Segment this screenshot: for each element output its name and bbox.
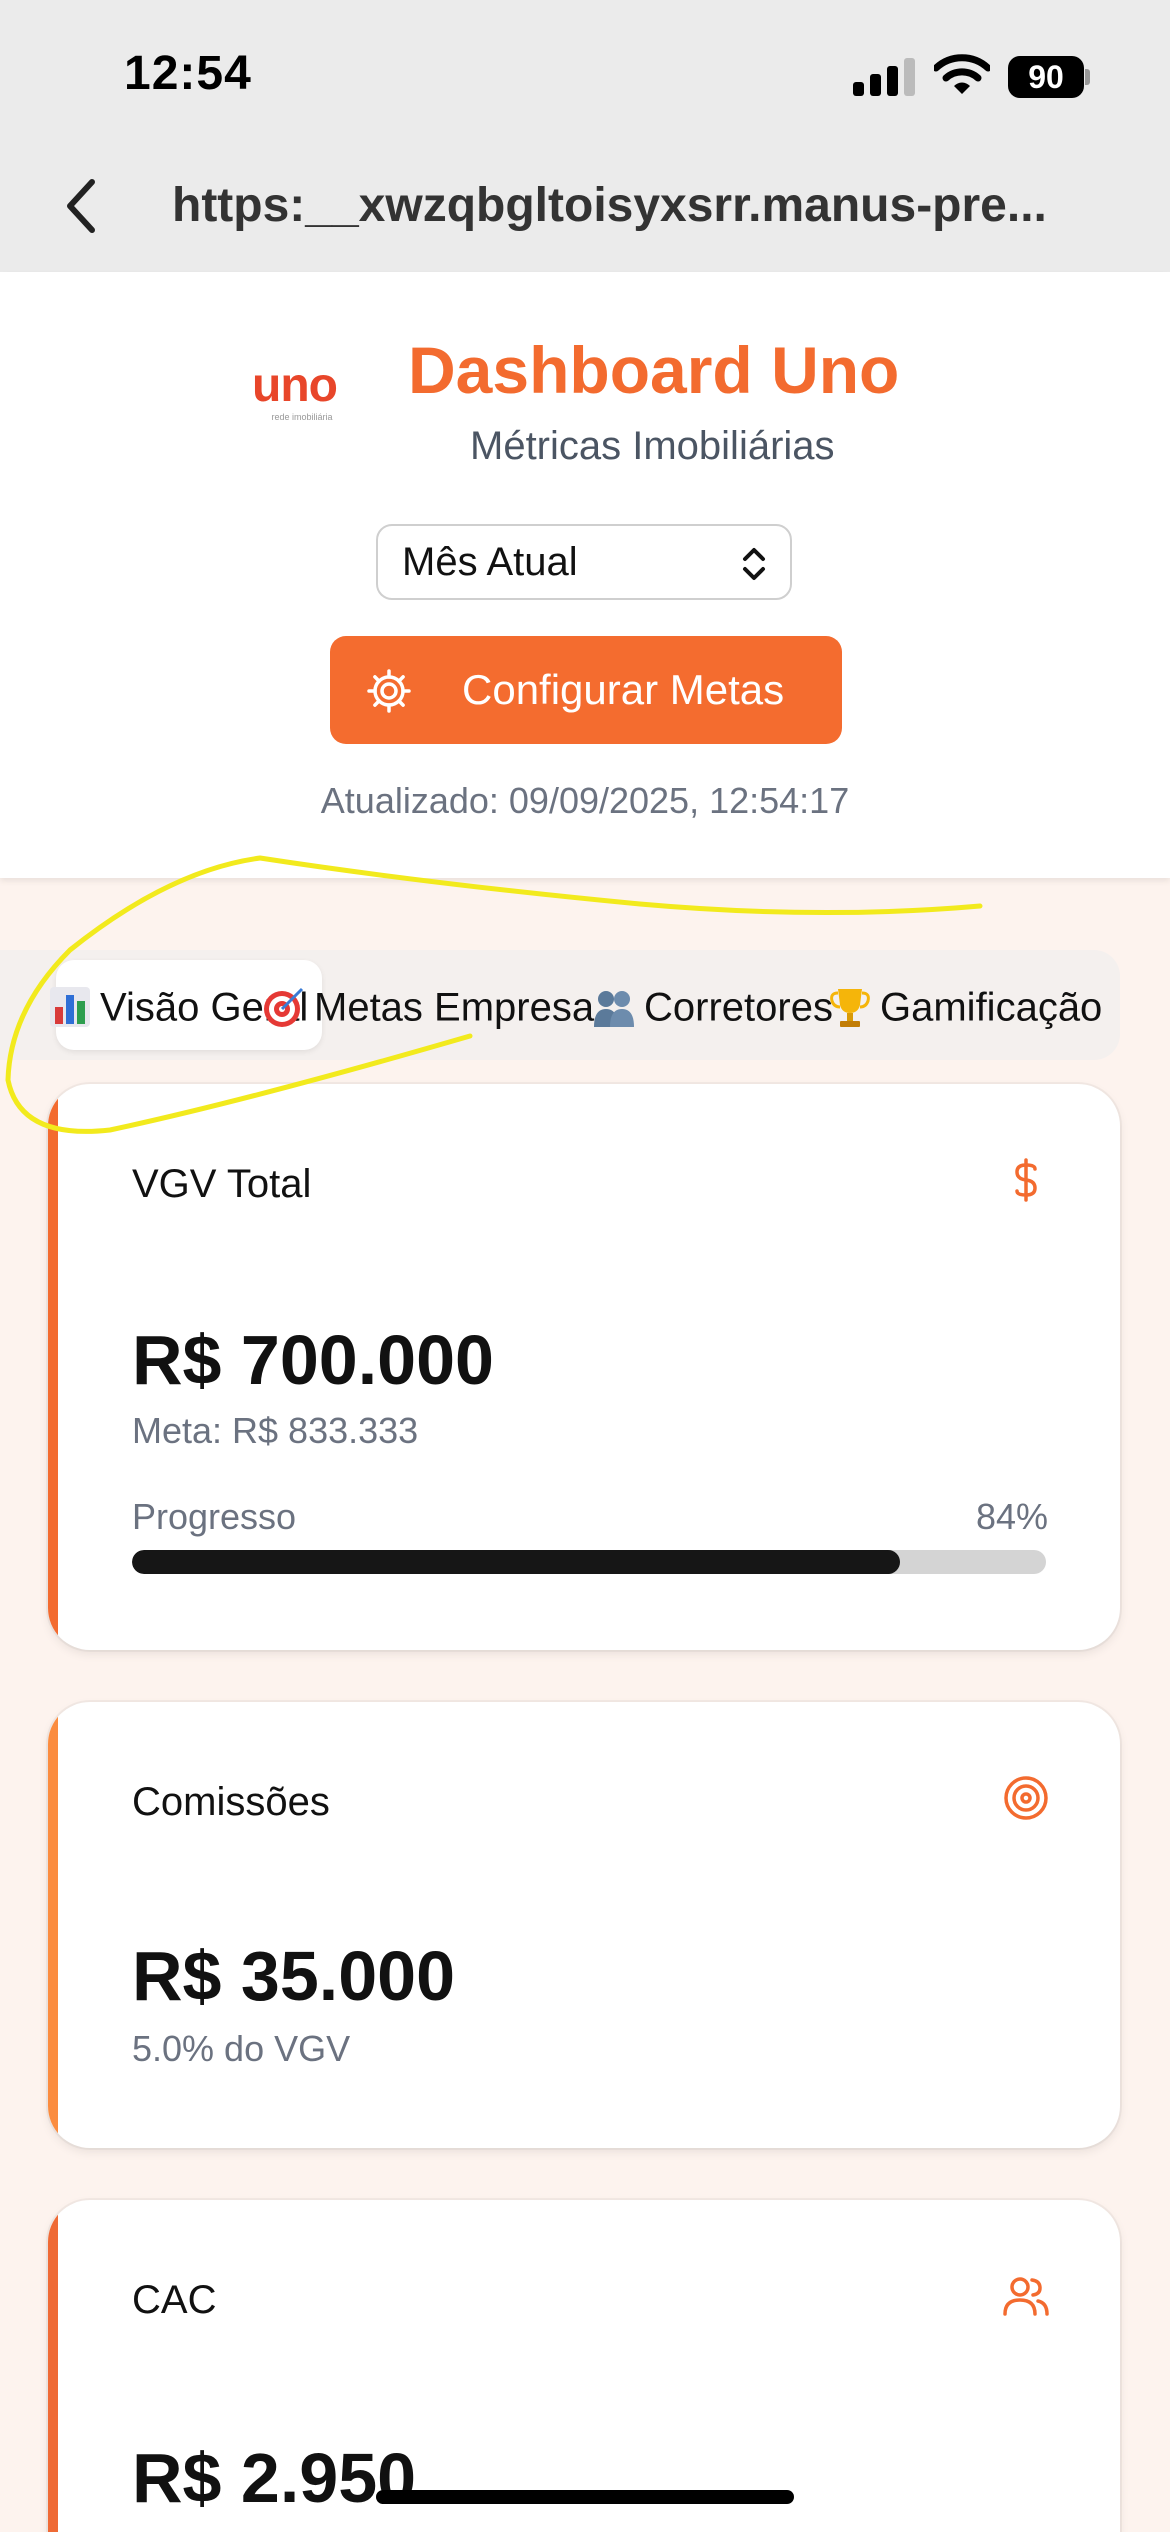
progress-percent: 84% — [975, 1496, 1048, 1537]
tab-bar: Visão Geral Metas Empresa Corretores Gam… — [0, 950, 1120, 1060]
tab-label: Corretores — [644, 985, 833, 1030]
tab-label: Metas Empresa — [314, 985, 595, 1030]
select-chevrons-icon — [743, 548, 765, 580]
trophy-icon — [830, 989, 870, 1028]
card-subtext: Meta: R$ 833.333 — [132, 1410, 419, 1451]
configure-goals-label: Configurar Metas — [462, 666, 785, 713]
screen: 12:54 90 https:__xwzqbgltoisyxsrr.manus-… — [0, 0, 1170, 2532]
card-value: R$ 35.000 — [132, 1937, 456, 2015]
page-subtitle: Métricas Imobiliárias — [470, 424, 835, 468]
tab-corretores[interactable]: Corretores — [592, 980, 833, 1030]
status-time: 12:54 — [124, 47, 252, 100]
progress-bar — [132, 1550, 1046, 1574]
browser-chrome: 12:54 90 https:__xwzqbgltoisyxsrr.manus-… — [0, 0, 1170, 272]
card-vgv-total: VGV Total R$ 700.000 Meta: R$ 833.333 Pr… — [48, 1084, 1120, 1650]
target-icon — [1004, 1776, 1048, 1820]
last-updated-text: Atualizado: 09/09/2025, 12:54:17 — [320, 780, 850, 821]
tab-metas-empresa[interactable]: Metas Empresa — [262, 980, 594, 1030]
period-select[interactable]: Mês Atual — [376, 524, 792, 600]
cellular-signal-icon — [853, 58, 915, 96]
page-title: Dashboard Uno — [408, 333, 900, 407]
url-bar[interactable]: https:__xwzqbgltoisyxsrr.manus-pre... — [172, 178, 1047, 233]
wifi-icon — [934, 54, 990, 94]
bar-chart-icon — [50, 987, 90, 1028]
card-title: CAC — [132, 2278, 217, 2322]
dashboard-header: uno rede imobiliária Dashboard Uno Métri… — [0, 272, 1170, 878]
people-icon — [594, 991, 634, 1028]
logo-text: uno — [252, 359, 338, 412]
home-indicator — [376, 2490, 794, 2504]
card-cac: CAC R$ 2.950 — [48, 2200, 1120, 2532]
tab-gamificacao[interactable]: Gamificação — [828, 980, 1102, 1030]
card-title: Comissões — [132, 1780, 330, 1824]
gear-icon — [367, 669, 411, 713]
tab-label: Gamificação — [880, 985, 1103, 1030]
target-icon — [264, 988, 304, 1028]
battery-icon: 90 — [1008, 56, 1090, 98]
card-value: R$ 2.950 — [132, 2439, 417, 2517]
progress-label: Progresso — [132, 1496, 297, 1537]
battery-level: 90 — [1008, 56, 1084, 98]
card-comissoes: Comissões R$ 35.000 5.0% do VGV — [48, 1702, 1120, 2148]
card-accent — [48, 2200, 58, 2532]
configure-goals-button[interactable]: Configurar Metas — [330, 636, 842, 744]
back-chevron-icon[interactable] — [62, 176, 102, 236]
users-icon — [1003, 2277, 1049, 2316]
card-value: R$ 700.000 — [132, 1321, 494, 1399]
card-subtext: 5.0% do VGV — [132, 2028, 351, 2069]
brand-logo: uno rede imobiliária — [252, 362, 352, 432]
card-accent — [48, 1084, 58, 1650]
logo-subtext: rede imobiliária — [271, 412, 333, 422]
progress-bar-fill — [132, 1550, 900, 1574]
card-accent — [48, 1702, 58, 2148]
dollar-icon — [1015, 1158, 1037, 1202]
card-title: VGV Total — [132, 1162, 312, 1206]
period-select-value: Mês Atual — [402, 540, 578, 584]
